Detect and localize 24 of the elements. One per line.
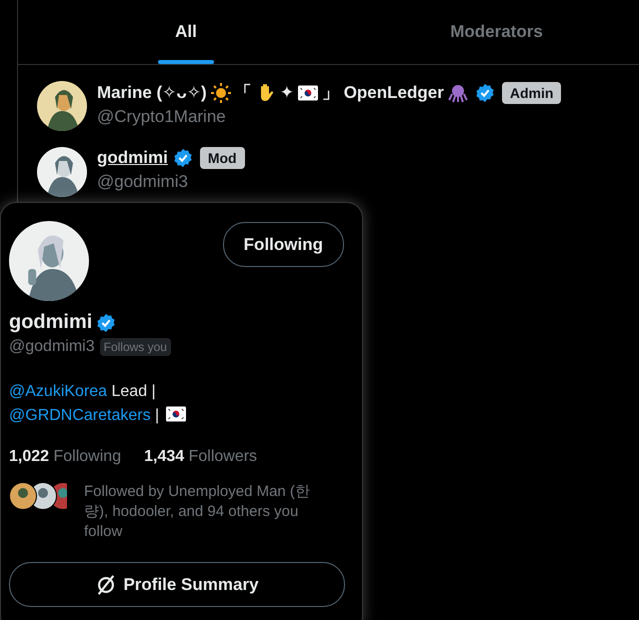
member-handle: @Crypto1Marine — [97, 107, 227, 127]
profile-name[interactable]: godmimi — [9, 311, 92, 334]
bio-text: Lead | — [110, 383, 156, 400]
followed-by-text: Followed by Unemployed Man (한량), hodooler, and 94 others you follow — [84, 482, 311, 542]
role-badge: Mod — [200, 147, 245, 169]
following-count[interactable]: 1,022 Following — [9, 448, 122, 466]
mention-link[interactable]: @GRDNCaretakers — [9, 407, 151, 424]
profile-summary-button[interactable]: Profile Summary — [9, 562, 345, 607]
following-button[interactable]: Following — [222, 222, 344, 267]
follows-you-badge: Follows you — [100, 338, 171, 356]
member-handle: @godmimi3 — [97, 172, 189, 192]
flag-icon — [298, 82, 318, 102]
role-badge: Admin — [502, 82, 562, 104]
tab[interactable]: All — [158, 0, 214, 64]
member-name[interactable]: godmimi — [97, 148, 168, 168]
tab[interactable]: Moderators — [433, 0, 560, 64]
flag-icon — [166, 404, 186, 424]
followers-count[interactable]: 1,434 Followers — [144, 448, 258, 466]
bio-text: | — [154, 407, 160, 424]
octopus-icon — [448, 82, 468, 102]
profile-handle: @godmimi3 — [9, 338, 95, 356]
mention-link[interactable]: @AzukiKorea — [9, 383, 108, 400]
sun-icon — [210, 82, 231, 102]
member-name[interactable]: Marine (✧ᴗ✧) 「 ✦ 」 OpenLedger — [97, 81, 470, 104]
